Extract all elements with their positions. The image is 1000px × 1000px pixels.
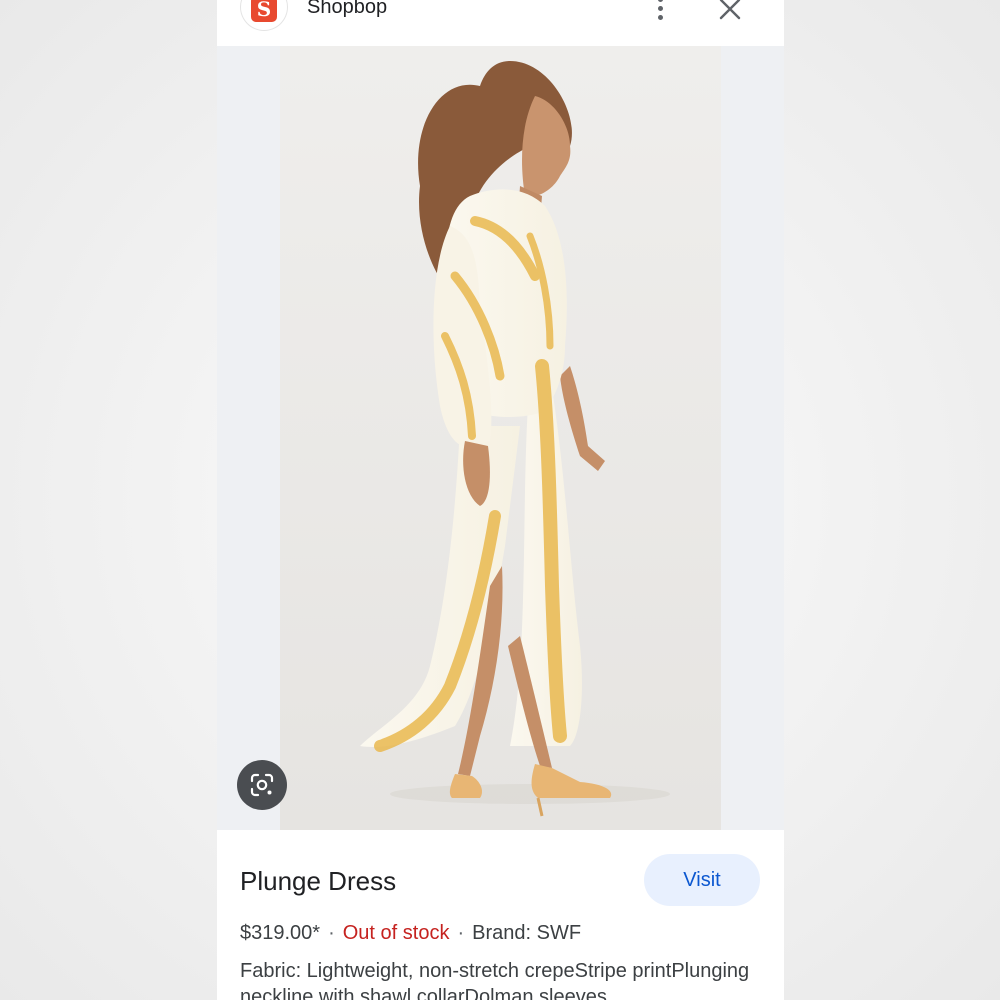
separator: · [457, 922, 465, 944]
result-card: S Shopbop Plunge Dress Visit $319.00* · … [217, 0, 784, 1000]
brand: Brand: SWF [472, 922, 582, 944]
product-photo[interactable] [280, 46, 721, 830]
visit-button[interactable]: Visit [644, 854, 760, 906]
close-icon[interactable] [717, 0, 743, 22]
price: $319.00* [240, 922, 321, 944]
google-lens-button[interactable] [237, 760, 287, 810]
stock-status: Out of stock [342, 922, 450, 944]
separator: · [328, 922, 335, 944]
site-name[interactable]: Shopbop [307, 0, 387, 19]
google-lens-icon [250, 773, 274, 797]
more-options-icon[interactable] [650, 0, 670, 24]
product-title[interactable]: Plunge Dress [240, 866, 396, 897]
logo-letter: S [251, 0, 277, 22]
product-image-area [217, 46, 784, 830]
product-info: Plunge Dress Visit $319.00* · Out of stock… [217, 830, 784, 1000]
product-description: Fabric: Lightweight, non-stretch crepeSt… [240, 960, 750, 1000]
shopbop-logo[interactable]: S [241, 0, 287, 30]
source-header: S Shopbop [217, 0, 784, 46]
product-meta: $319.00* · Out of stock · Brand: SWF [240, 922, 581, 945]
